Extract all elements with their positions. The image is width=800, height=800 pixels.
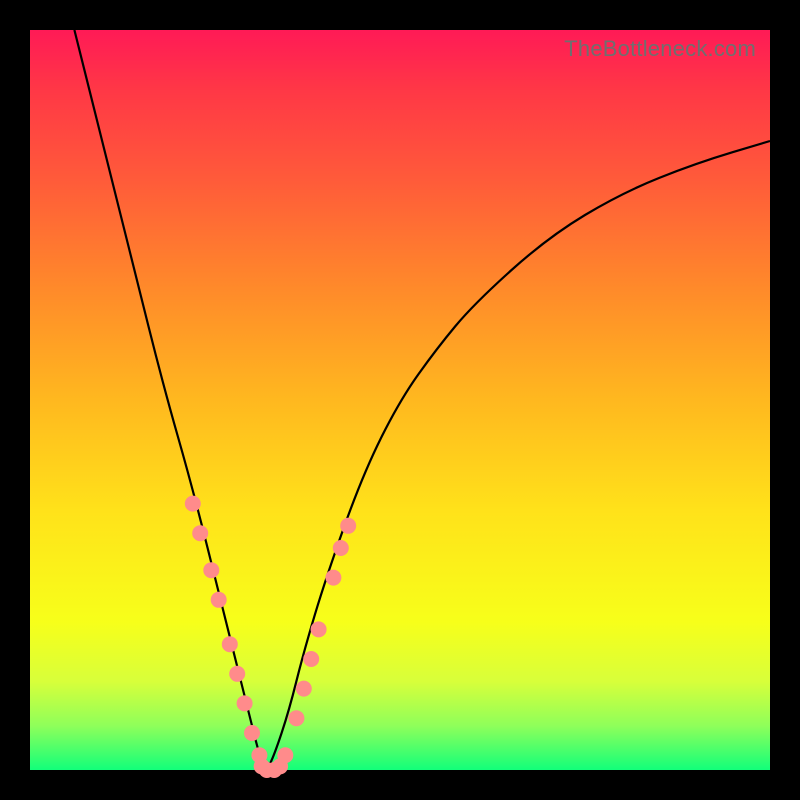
marker-dot xyxy=(237,695,253,711)
marker-dot xyxy=(333,540,349,556)
marker-dot xyxy=(192,525,208,541)
marker-dot xyxy=(277,747,293,763)
bottleneck-curve xyxy=(30,30,770,770)
marker-dot xyxy=(244,725,260,741)
marker-dot xyxy=(311,621,327,637)
marker-dot xyxy=(303,651,319,667)
curve-path xyxy=(74,30,770,766)
chart-frame: TheBottleneck.com xyxy=(0,0,800,800)
marker-dot xyxy=(203,562,219,578)
marker-dot xyxy=(211,592,227,608)
plot-area: TheBottleneck.com xyxy=(30,30,770,770)
marker-dot xyxy=(222,636,238,652)
marker-dot xyxy=(185,496,201,512)
marker-dot xyxy=(288,710,304,726)
marker-dot xyxy=(340,518,356,534)
marker-dot xyxy=(229,666,245,682)
marker-dots xyxy=(185,496,356,778)
marker-dot xyxy=(325,570,341,586)
marker-dot xyxy=(296,681,312,697)
